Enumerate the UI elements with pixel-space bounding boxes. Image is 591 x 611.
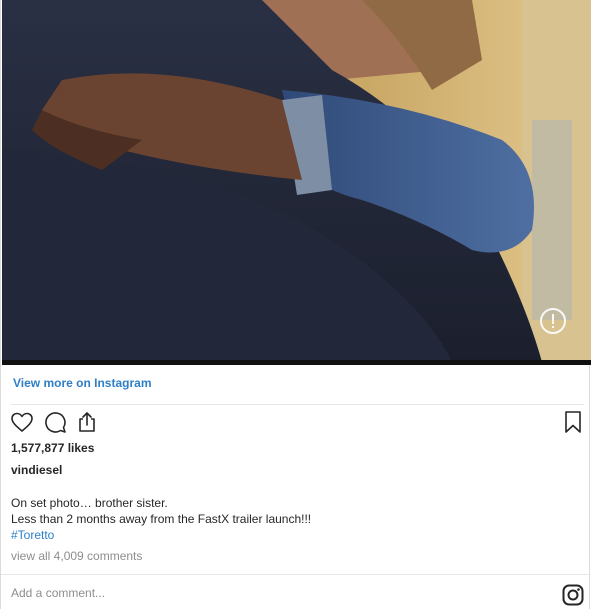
post-photo[interactable] <box>2 0 591 362</box>
hashtag-link[interactable]: #Toretto <box>11 527 311 543</box>
comment-bar <box>1 574 591 609</box>
view-more-link[interactable]: View more on Instagram <box>13 376 152 390</box>
post-username[interactable]: vindiesel <box>11 463 62 477</box>
likes-count: 1,577,877 likes <box>11 441 95 455</box>
heart-icon[interactable] <box>10 410 34 434</box>
instagram-embed: View more on Instagram 1,577,877 likes v… <box>0 0 591 609</box>
bookmark-icon[interactable] <box>561 410 585 434</box>
instagram-logo-icon[interactable] <box>562 584 584 606</box>
info-icon[interactable] <box>539 307 567 335</box>
view-all-comments-link[interactable]: view all 4,009 comments <box>11 549 142 563</box>
caption-line: On set photo… brother sister. <box>11 496 168 510</box>
post-caption: On set photo… brother sister. Less than … <box>11 495 311 543</box>
divider <box>11 404 584 405</box>
caption-line: Less than 2 months away from the FastX t… <box>11 512 312 526</box>
share-icon[interactable] <box>75 410 99 434</box>
comment-bubble-icon[interactable] <box>43 410 67 434</box>
add-comment-input[interactable] <box>11 585 531 601</box>
photo-bottom-bar <box>2 360 591 365</box>
action-bar <box>1 410 591 440</box>
